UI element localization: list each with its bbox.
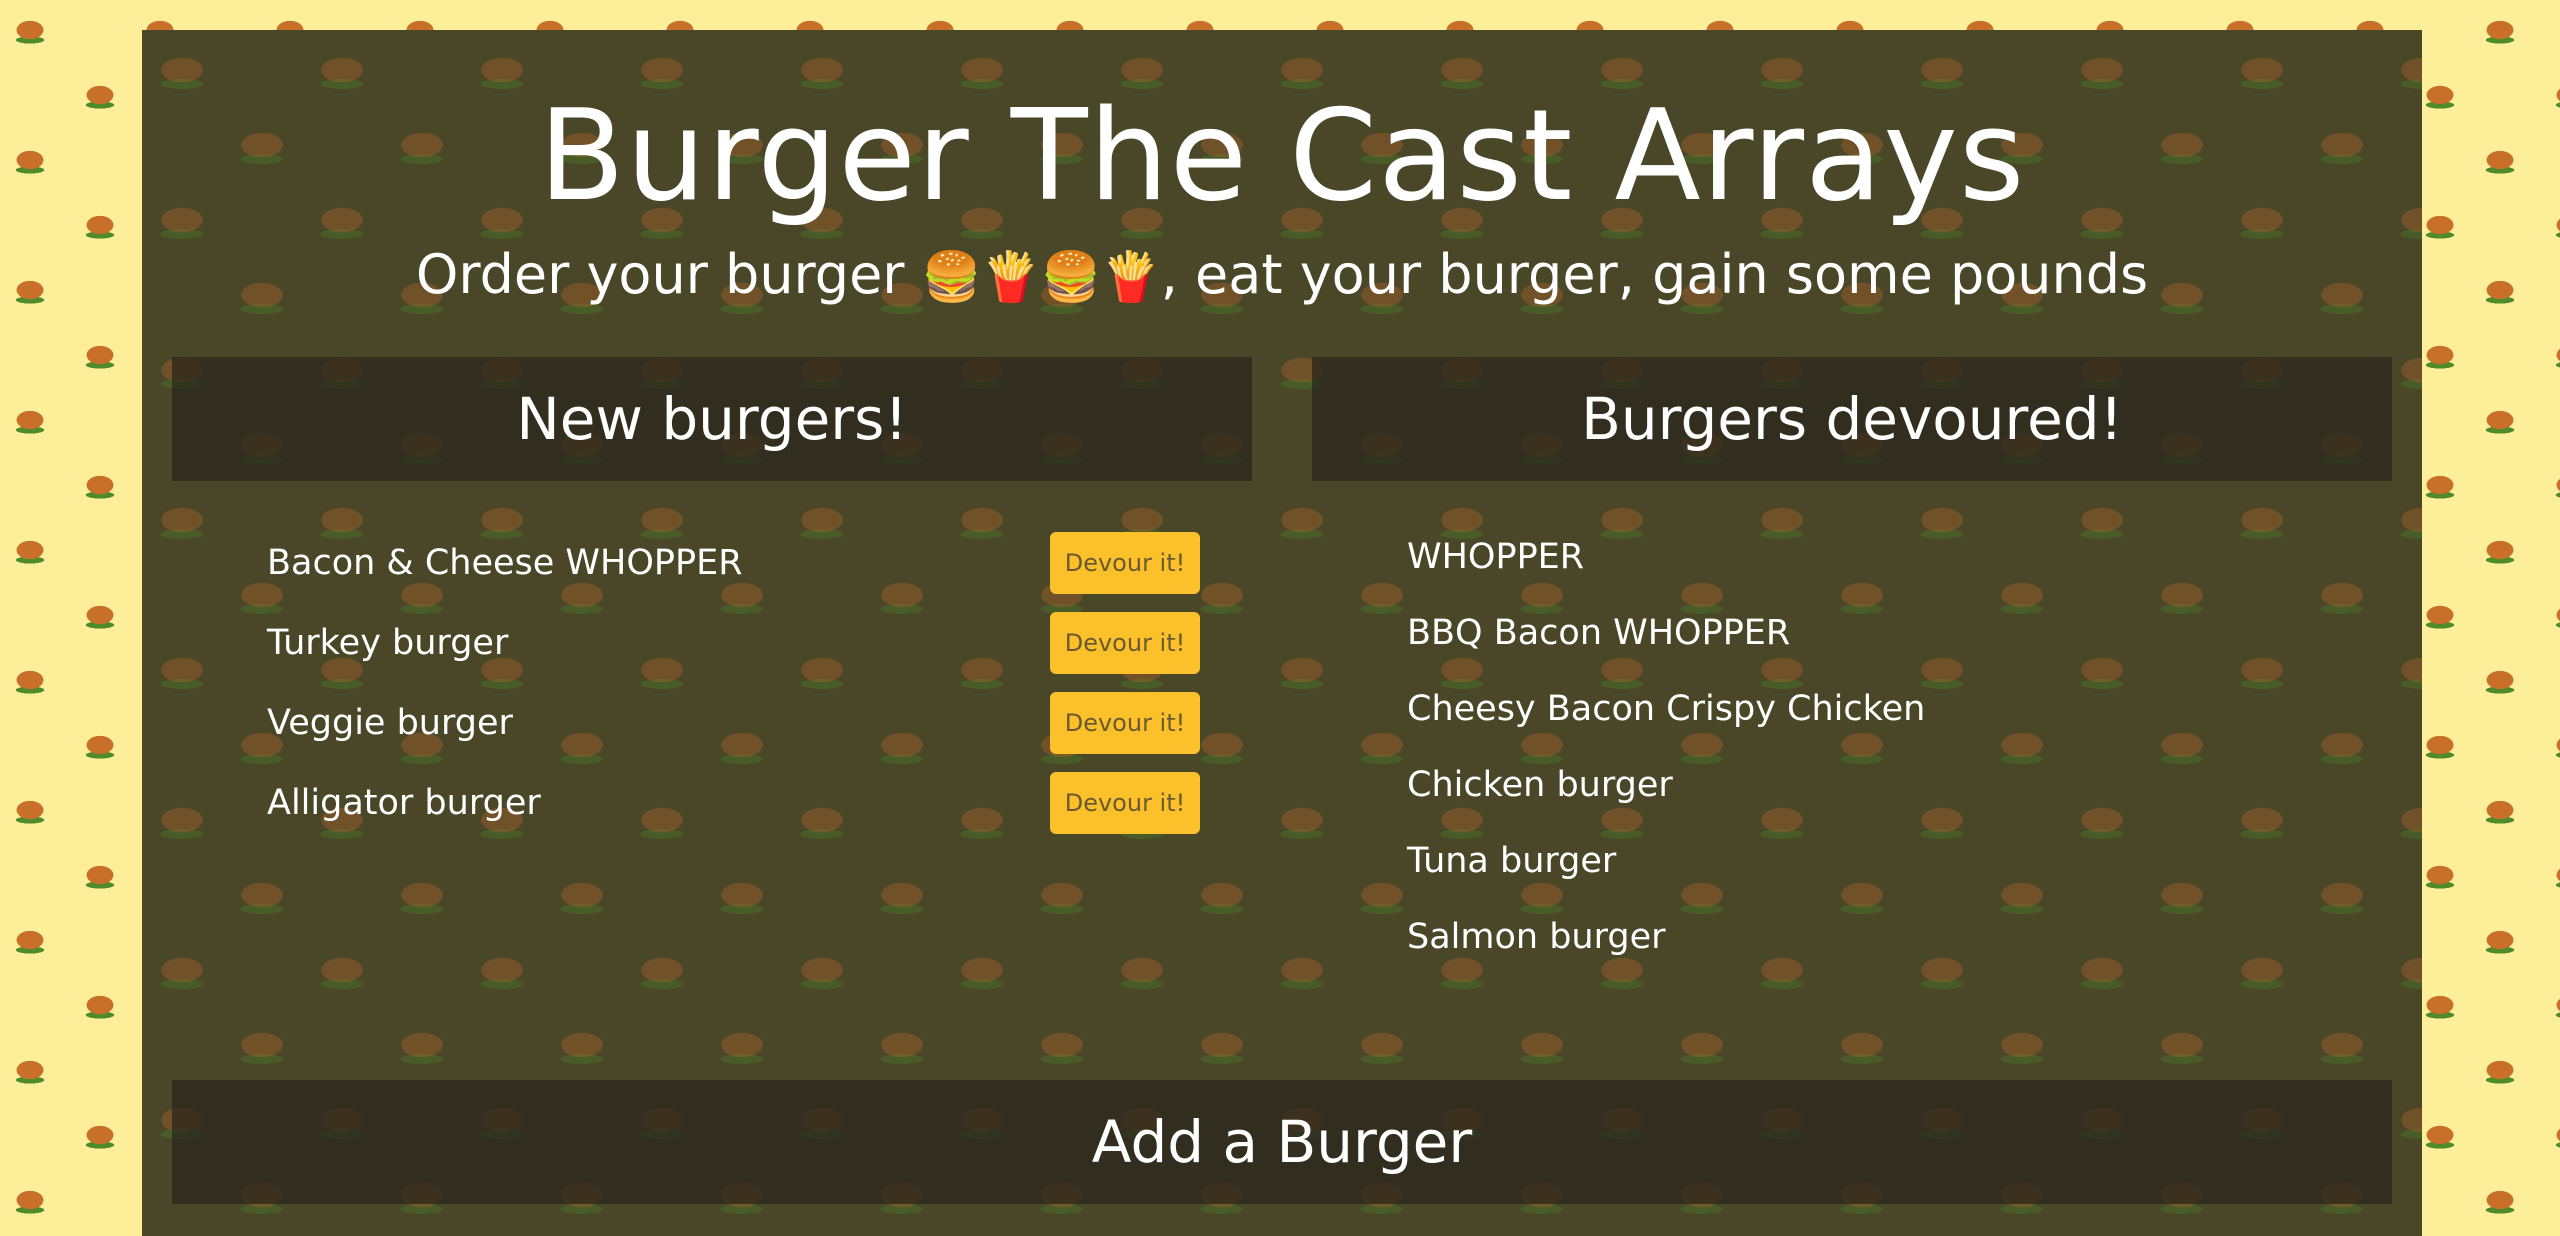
new-burgers-header: New burgers! (172, 357, 1252, 481)
devour-button[interactable]: Devour it! (1050, 772, 1200, 834)
devour-button[interactable]: Devour it! (1050, 692, 1200, 754)
page-title: Burger The Cast Arrays (538, 82, 2026, 229)
new-burger-name: Bacon & Cheese WHOPPER (267, 543, 743, 583)
new-burger-name: Turkey burger (267, 623, 509, 663)
devoured-burger-item: Salmon burger (1407, 917, 1666, 957)
subtitle-text-start: Order your burger (415, 243, 922, 306)
devoured-burger-item: Tuna burger (1407, 841, 1617, 881)
devoured-burger-item: WHOPPER (1407, 537, 1585, 577)
new-burger-name: Alligator burger (267, 783, 541, 823)
new-burger-name: Veggie burger (267, 703, 513, 743)
page-subtitle: Order your burger 🍔🍟🍔🍟, eat your burger,… (142, 240, 2422, 310)
devoured-burgers-header: Burgers devoured! (1312, 357, 2392, 481)
devoured-burger-item: Chicken burger (1407, 765, 1673, 805)
devoured-burger-item: BBQ Bacon WHOPPER (1407, 613, 1791, 653)
devour-button[interactable]: Devour it! (1050, 532, 1200, 594)
devour-button[interactable]: Devour it! (1050, 612, 1200, 674)
devoured-burger-item: Cheesy Bacon Crispy Chicken (1407, 689, 1926, 729)
burger-fries-emoji-icons: 🍔🍟🍔🍟 (921, 249, 1161, 305)
add-burger-header: Add a Burger (172, 1080, 2392, 1204)
main-panel: Burger The Cast Arrays Order your burger… (142, 30, 2422, 1236)
subtitle-text-end: , eat your burger, gain some pounds (1160, 243, 2149, 306)
